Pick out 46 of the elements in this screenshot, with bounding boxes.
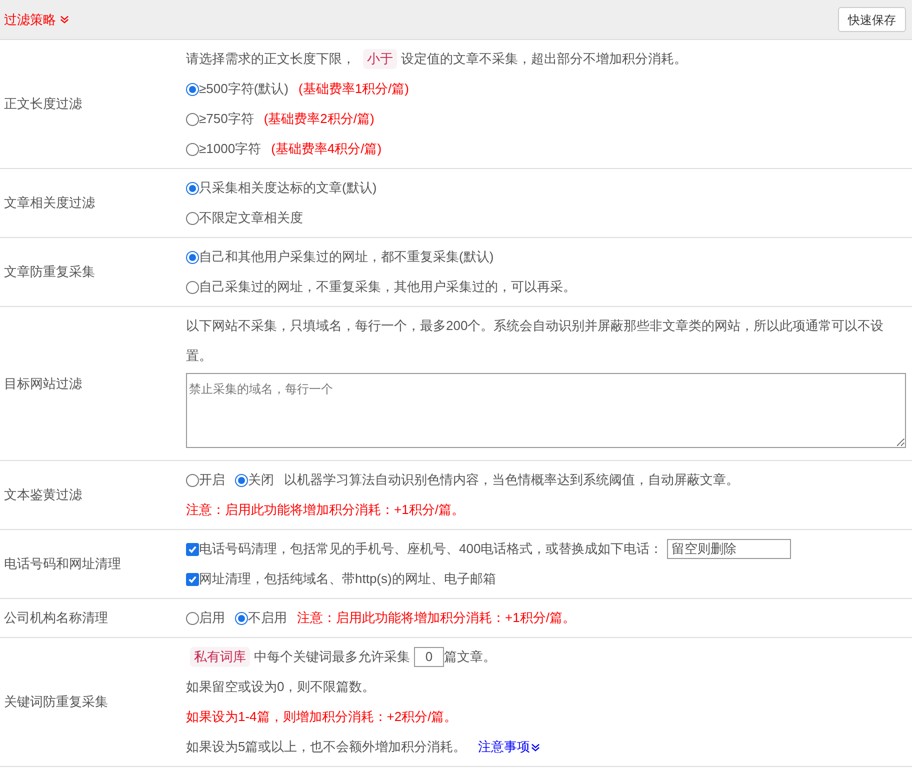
description-text: 以机器学习算法自动识别色情内容，当色情概率达到系统阈值，自动屏蔽文章。 <box>284 471 739 489</box>
checkmark-icon <box>188 544 197 554</box>
keyword-tag: 私有词库 <box>190 647 250 667</box>
description-text: 如果设为5篇或以上，也不会额外增加积分消耗。 <box>186 738 466 756</box>
radio-option[interactable]: 自己采集过的网址，不重复采集，其他用户采集过的，可以再采。 <box>186 272 576 302</box>
checkbox-option[interactable]: 网址清理，包括纯域名、带http(s)的网址、电子邮箱 <box>186 564 496 594</box>
radio-option[interactable]: 关闭 <box>235 465 274 495</box>
setting-label: 关键词防重复采集 <box>4 693 108 712</box>
radio-option[interactable]: 不限定文章相关度 <box>186 203 303 233</box>
description-text: 以下网站不采集，只填域名，每行一个，最多200个。系统会自动识别并屏蔽那些非文章类的网站，所以此项通常可以不设置。 <box>186 317 885 365</box>
double-chevron-down-icon <box>60 15 69 24</box>
checkmark-icon <box>188 574 197 584</box>
radio-option[interactable]: 开启 <box>186 465 225 495</box>
radio-option[interactable]: ≥1000字符 <box>186 134 262 164</box>
setting-label: 正文长度过滤 <box>4 95 82 114</box>
warning-text: 注意：启用此功能将增加积分消耗：+1积分/篇。 <box>297 609 576 627</box>
setting-label: 目标网站过滤 <box>4 374 82 393</box>
warning-text: 注意：启用此功能将增加积分消耗：+1积分/篇。 <box>186 501 464 519</box>
description-text: 请选择需求的正文长度下限， <box>186 50 355 68</box>
keyword-tag: 小于 <box>363 49 397 69</box>
warning-text: (基础费率2积分/篇) <box>264 110 374 128</box>
setting-label: 公司机构名称清理 <box>4 609 108 628</box>
radio-option[interactable]: ≥500字符(默认) <box>186 74 288 104</box>
radio-option[interactable]: 不启用 <box>235 603 287 633</box>
count-input-field[interactable]: 0 <box>414 647 444 667</box>
notice-link[interactable]: 注意事项 <box>478 732 540 762</box>
description-text: 中每个关键词最多允许采集 <box>254 648 410 666</box>
radio-option[interactable]: 只采集相关度达标的文章(默认) <box>186 173 377 203</box>
radio-option[interactable]: ≥750字符 <box>186 104 254 134</box>
quick-save-button[interactable]: 快速保存 <box>838 7 906 32</box>
double-chevron-down-icon <box>531 742 540 752</box>
warning-text: 如果设为1-4篇，则增加积分消耗：+2积分/篇。 <box>186 708 458 726</box>
radio-option[interactable]: 自己和其他用户采集过的网址，都不重复采集(默认) <box>186 242 494 272</box>
radio-option[interactable]: 启用 <box>186 603 225 633</box>
setting-label: 电话号码和网址清理 <box>4 555 121 574</box>
setting-label: 文章防重复采集 <box>4 263 95 282</box>
description-text: 设定值的文章不采集，超出部分不增加积分消耗。 <box>401 50 687 68</box>
setting-label: 文章相关度过滤 <box>4 194 95 212</box>
description-text: 如果留空或设为0，则不限篇数。 <box>186 678 376 696</box>
warning-text: (基础费率1积分/篇) <box>298 80 409 98</box>
description-text: 篇文章。 <box>444 648 496 666</box>
setting-label: 文本鉴黄过滤 <box>4 486 82 504</box>
checkbox-option[interactable]: 电话号码清理，包括常见的手机号、座机号、400电话格式，或替换成如下电话： <box>186 534 663 564</box>
phone-input-field[interactable]: 留空则删除 <box>666 539 791 559</box>
domain-textarea[interactable]: 禁止采集的域名，每行一个 <box>186 373 906 448</box>
warning-text: (基础费率4积分/篇) <box>271 140 382 158</box>
